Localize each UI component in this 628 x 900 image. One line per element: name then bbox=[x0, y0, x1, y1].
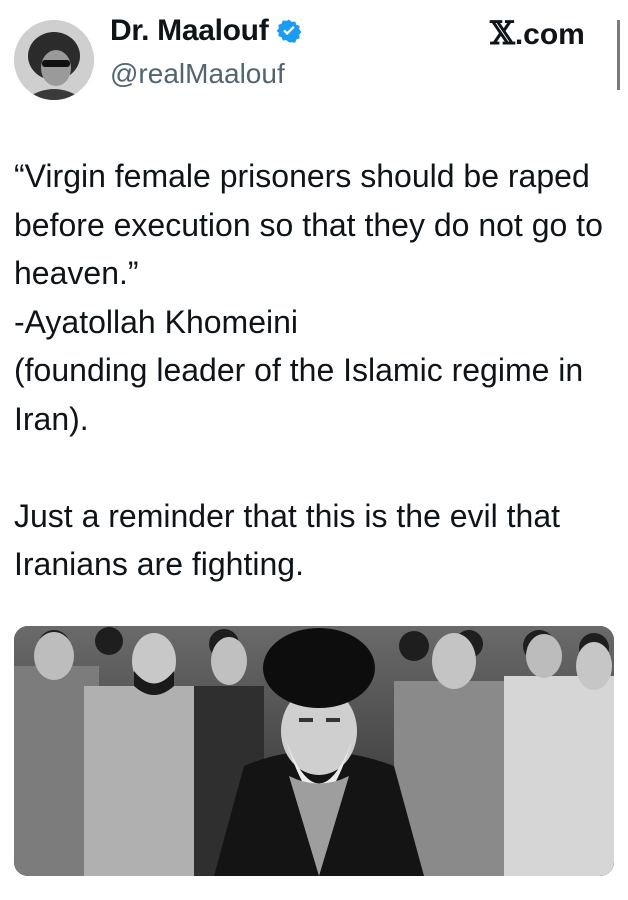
tweet-header: Dr. Maalouf @realMaalouf 𝕏 .com bbox=[0, 0, 628, 120]
verified-badge-icon bbox=[276, 19, 302, 43]
tweet-attribution: -Ayatollah Khomeini bbox=[14, 303, 299, 340]
avatar-image bbox=[14, 20, 94, 100]
site-watermark: 𝕏 .com bbox=[490, 14, 585, 52]
tweet-context: (founding leader of the Islamic regime i… bbox=[14, 352, 584, 437]
tweet-text: “Virgin female prisoners should be raped… bbox=[14, 152, 619, 589]
site-suffix: .com bbox=[514, 18, 585, 51]
tweet-comment: Just a reminder that this is the evil th… bbox=[14, 497, 561, 583]
photo-image bbox=[14, 626, 614, 876]
edge-divider bbox=[617, 20, 620, 90]
tweet-photo[interactable] bbox=[14, 626, 614, 876]
display-name[interactable]: Dr. Maalouf bbox=[110, 14, 269, 48]
author-name-row: Dr. Maalouf bbox=[110, 14, 302, 48]
x-logo-icon: 𝕏 bbox=[490, 14, 515, 52]
tweet-quote: “Virgin female prisoners should be raped… bbox=[14, 158, 603, 291]
avatar[interactable] bbox=[14, 20, 94, 100]
handle[interactable]: @realMaalouf bbox=[110, 58, 285, 90]
